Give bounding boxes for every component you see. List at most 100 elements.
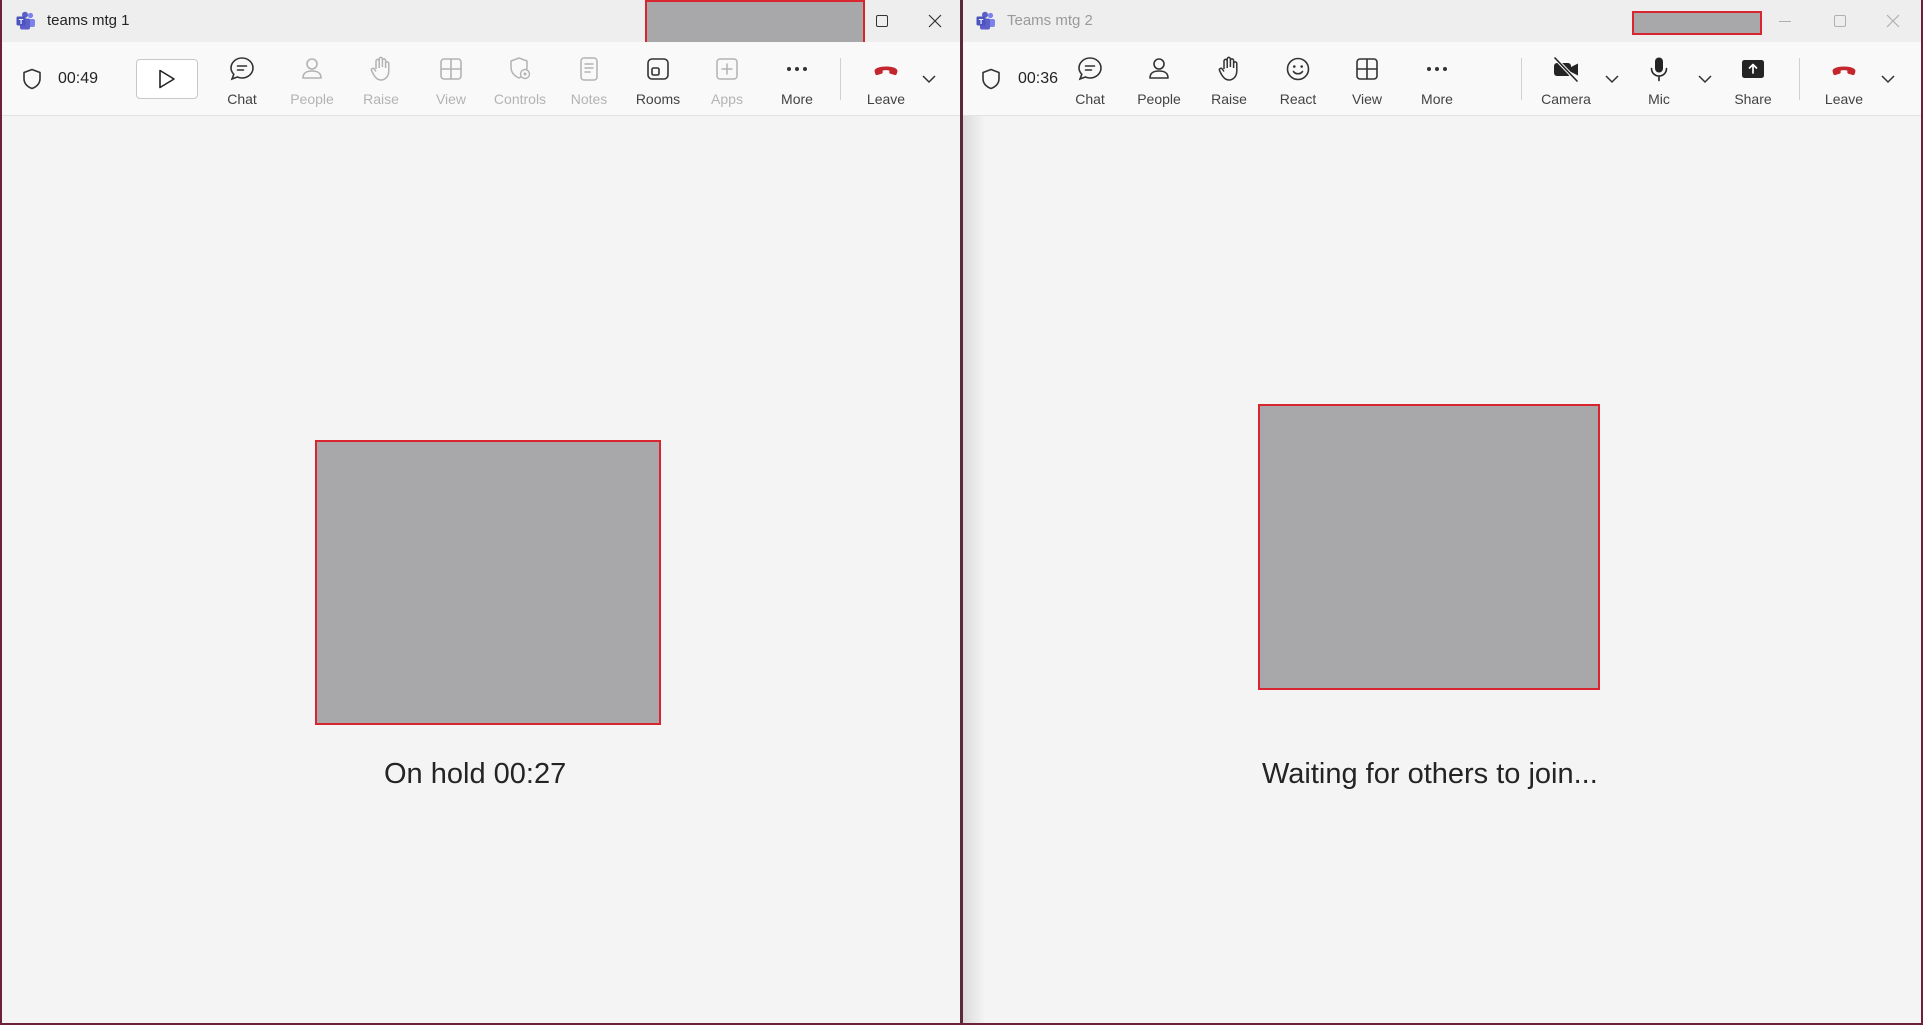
controls-button[interactable]: Controls — [485, 48, 555, 110]
shield-icon[interactable] — [981, 68, 1001, 90]
redacted-area — [1258, 404, 1600, 690]
meeting-stage: On hold 00:27 — [2, 116, 960, 1023]
maximize-button[interactable] — [1815, 0, 1865, 42]
leave-button[interactable]: Leave — [1809, 48, 1879, 110]
toolbar-divider — [1799, 58, 1800, 100]
svg-text:T: T — [19, 17, 24, 26]
window-title: Teams mtg 2 — [1007, 12, 1093, 29]
minimize-icon — [1779, 21, 1791, 22]
people-icon — [1149, 58, 1169, 79]
resume-button[interactable] — [136, 59, 198, 99]
play-icon — [159, 69, 175, 89]
chevron-down-icon — [922, 75, 936, 84]
minimize-button[interactable] — [1760, 0, 1810, 42]
close-button[interactable] — [1868, 0, 1918, 42]
mic-button[interactable]: Mic — [1624, 48, 1694, 110]
title-bar: T Teams mtg 2 — [963, 0, 1921, 42]
raise-label: Raise — [363, 91, 399, 107]
window-title: teams mtg 1 — [47, 12, 130, 29]
title-bar: T teams mtg 1 — [2, 0, 960, 46]
more-label: More — [781, 91, 813, 107]
camera-label: Camera — [1541, 91, 1591, 107]
close-button[interactable] — [910, 0, 960, 42]
toolbar-divider — [840, 58, 841, 100]
leave-label: Leave — [1824, 91, 1864, 107]
share-button[interactable]: Share — [1718, 48, 1788, 110]
raise-button[interactable]: Raise — [346, 48, 416, 110]
share-screen-icon — [1742, 60, 1764, 78]
redacted-area — [645, 0, 865, 46]
raise-hand-icon — [370, 56, 390, 81]
raise-label: Raise — [1211, 91, 1247, 107]
close-icon — [928, 14, 942, 28]
waiting-status: Waiting for others to join... — [1262, 758, 1598, 790]
apps-label: Apps — [711, 91, 743, 107]
more-dots-icon — [1427, 67, 1447, 71]
camera-options-chevron[interactable] — [1603, 70, 1621, 88]
people-label: People — [290, 91, 334, 107]
redacted-area — [315, 440, 661, 725]
teams-logo-icon: T — [16, 11, 35, 30]
on-hold-status: On hold 00:27 — [384, 758, 567, 790]
view-grid-icon — [440, 58, 462, 80]
leave-options-chevron[interactable] — [920, 70, 938, 88]
rooms-icon — [647, 58, 669, 80]
mic-label: Mic — [1648, 91, 1670, 107]
view-grid-icon — [1356, 58, 1378, 80]
chat-icon — [230, 57, 254, 81]
microphone-icon — [1650, 57, 1668, 82]
teams-logo-icon: T — [976, 11, 995, 30]
chat-button[interactable]: Chat — [207, 48, 277, 110]
meeting-stage: Waiting for others to join... — [963, 116, 1921, 1023]
chat-label: Chat — [227, 91, 257, 107]
react-button[interactable]: React — [1263, 48, 1333, 110]
view-button[interactable]: View — [1332, 48, 1402, 110]
raise-hand-icon — [1218, 56, 1238, 81]
meeting-window-2: T Teams mtg 2 00:36 Chat People Raise Re… — [963, 0, 1921, 1023]
people-icon — [302, 58, 322, 79]
camera-off-icon — [1553, 56, 1579, 83]
people-button[interactable]: People — [277, 48, 347, 110]
mic-options-chevron[interactable] — [1696, 70, 1714, 88]
more-button[interactable]: More — [1402, 48, 1472, 110]
rooms-label: Rooms — [635, 91, 681, 107]
chevron-down-icon — [1698, 75, 1712, 84]
notes-label: Notes — [570, 91, 608, 107]
more-button[interactable]: More — [762, 48, 832, 110]
chat-button[interactable]: Chat — [1055, 48, 1125, 110]
more-dots-icon — [787, 67, 807, 71]
maximize-icon — [1834, 15, 1846, 27]
notes-button[interactable]: Notes — [554, 48, 624, 110]
shield-icon[interactable] — [22, 68, 42, 90]
raise-button[interactable]: Raise — [1194, 48, 1264, 110]
hang-up-icon — [1832, 66, 1856, 76]
hang-up-icon — [874, 66, 898, 76]
maximize-icon — [876, 15, 888, 27]
meeting-toolbar: 00:36 Chat People Raise React View More — [963, 42, 1921, 116]
camera-button[interactable]: Camera — [1531, 48, 1601, 110]
meeting-window-1: T teams mtg 1 00:49 Chat People Raise Vi… — [2, 0, 961, 1023]
leave-button[interactable]: Leave — [851, 48, 921, 110]
more-label: More — [1421, 91, 1453, 107]
meeting-timer: 00:49 — [58, 70, 99, 87]
people-label: People — [1137, 91, 1181, 107]
chat-icon — [1078, 57, 1102, 81]
controls-label: Controls — [493, 91, 547, 107]
leave-options-chevron[interactable] — [1879, 70, 1897, 88]
chat-label: Chat — [1075, 91, 1105, 107]
maximize-button[interactable] — [857, 0, 907, 42]
view-label: View — [1351, 91, 1383, 107]
notes-icon — [580, 57, 598, 81]
apps-button[interactable]: Apps — [692, 48, 762, 110]
view-button[interactable]: View — [416, 48, 486, 110]
share-label: Share — [1734, 91, 1772, 107]
view-label: View — [435, 91, 467, 107]
chevron-down-icon — [1605, 75, 1619, 84]
leave-label: Leave — [866, 91, 906, 107]
close-icon — [1886, 14, 1900, 28]
controls-shield-icon — [510, 57, 531, 80]
rooms-button[interactable]: Rooms — [623, 48, 693, 110]
react-smile-icon — [1286, 57, 1310, 81]
toolbar-divider — [1521, 58, 1522, 100]
people-button[interactable]: People — [1124, 48, 1194, 110]
